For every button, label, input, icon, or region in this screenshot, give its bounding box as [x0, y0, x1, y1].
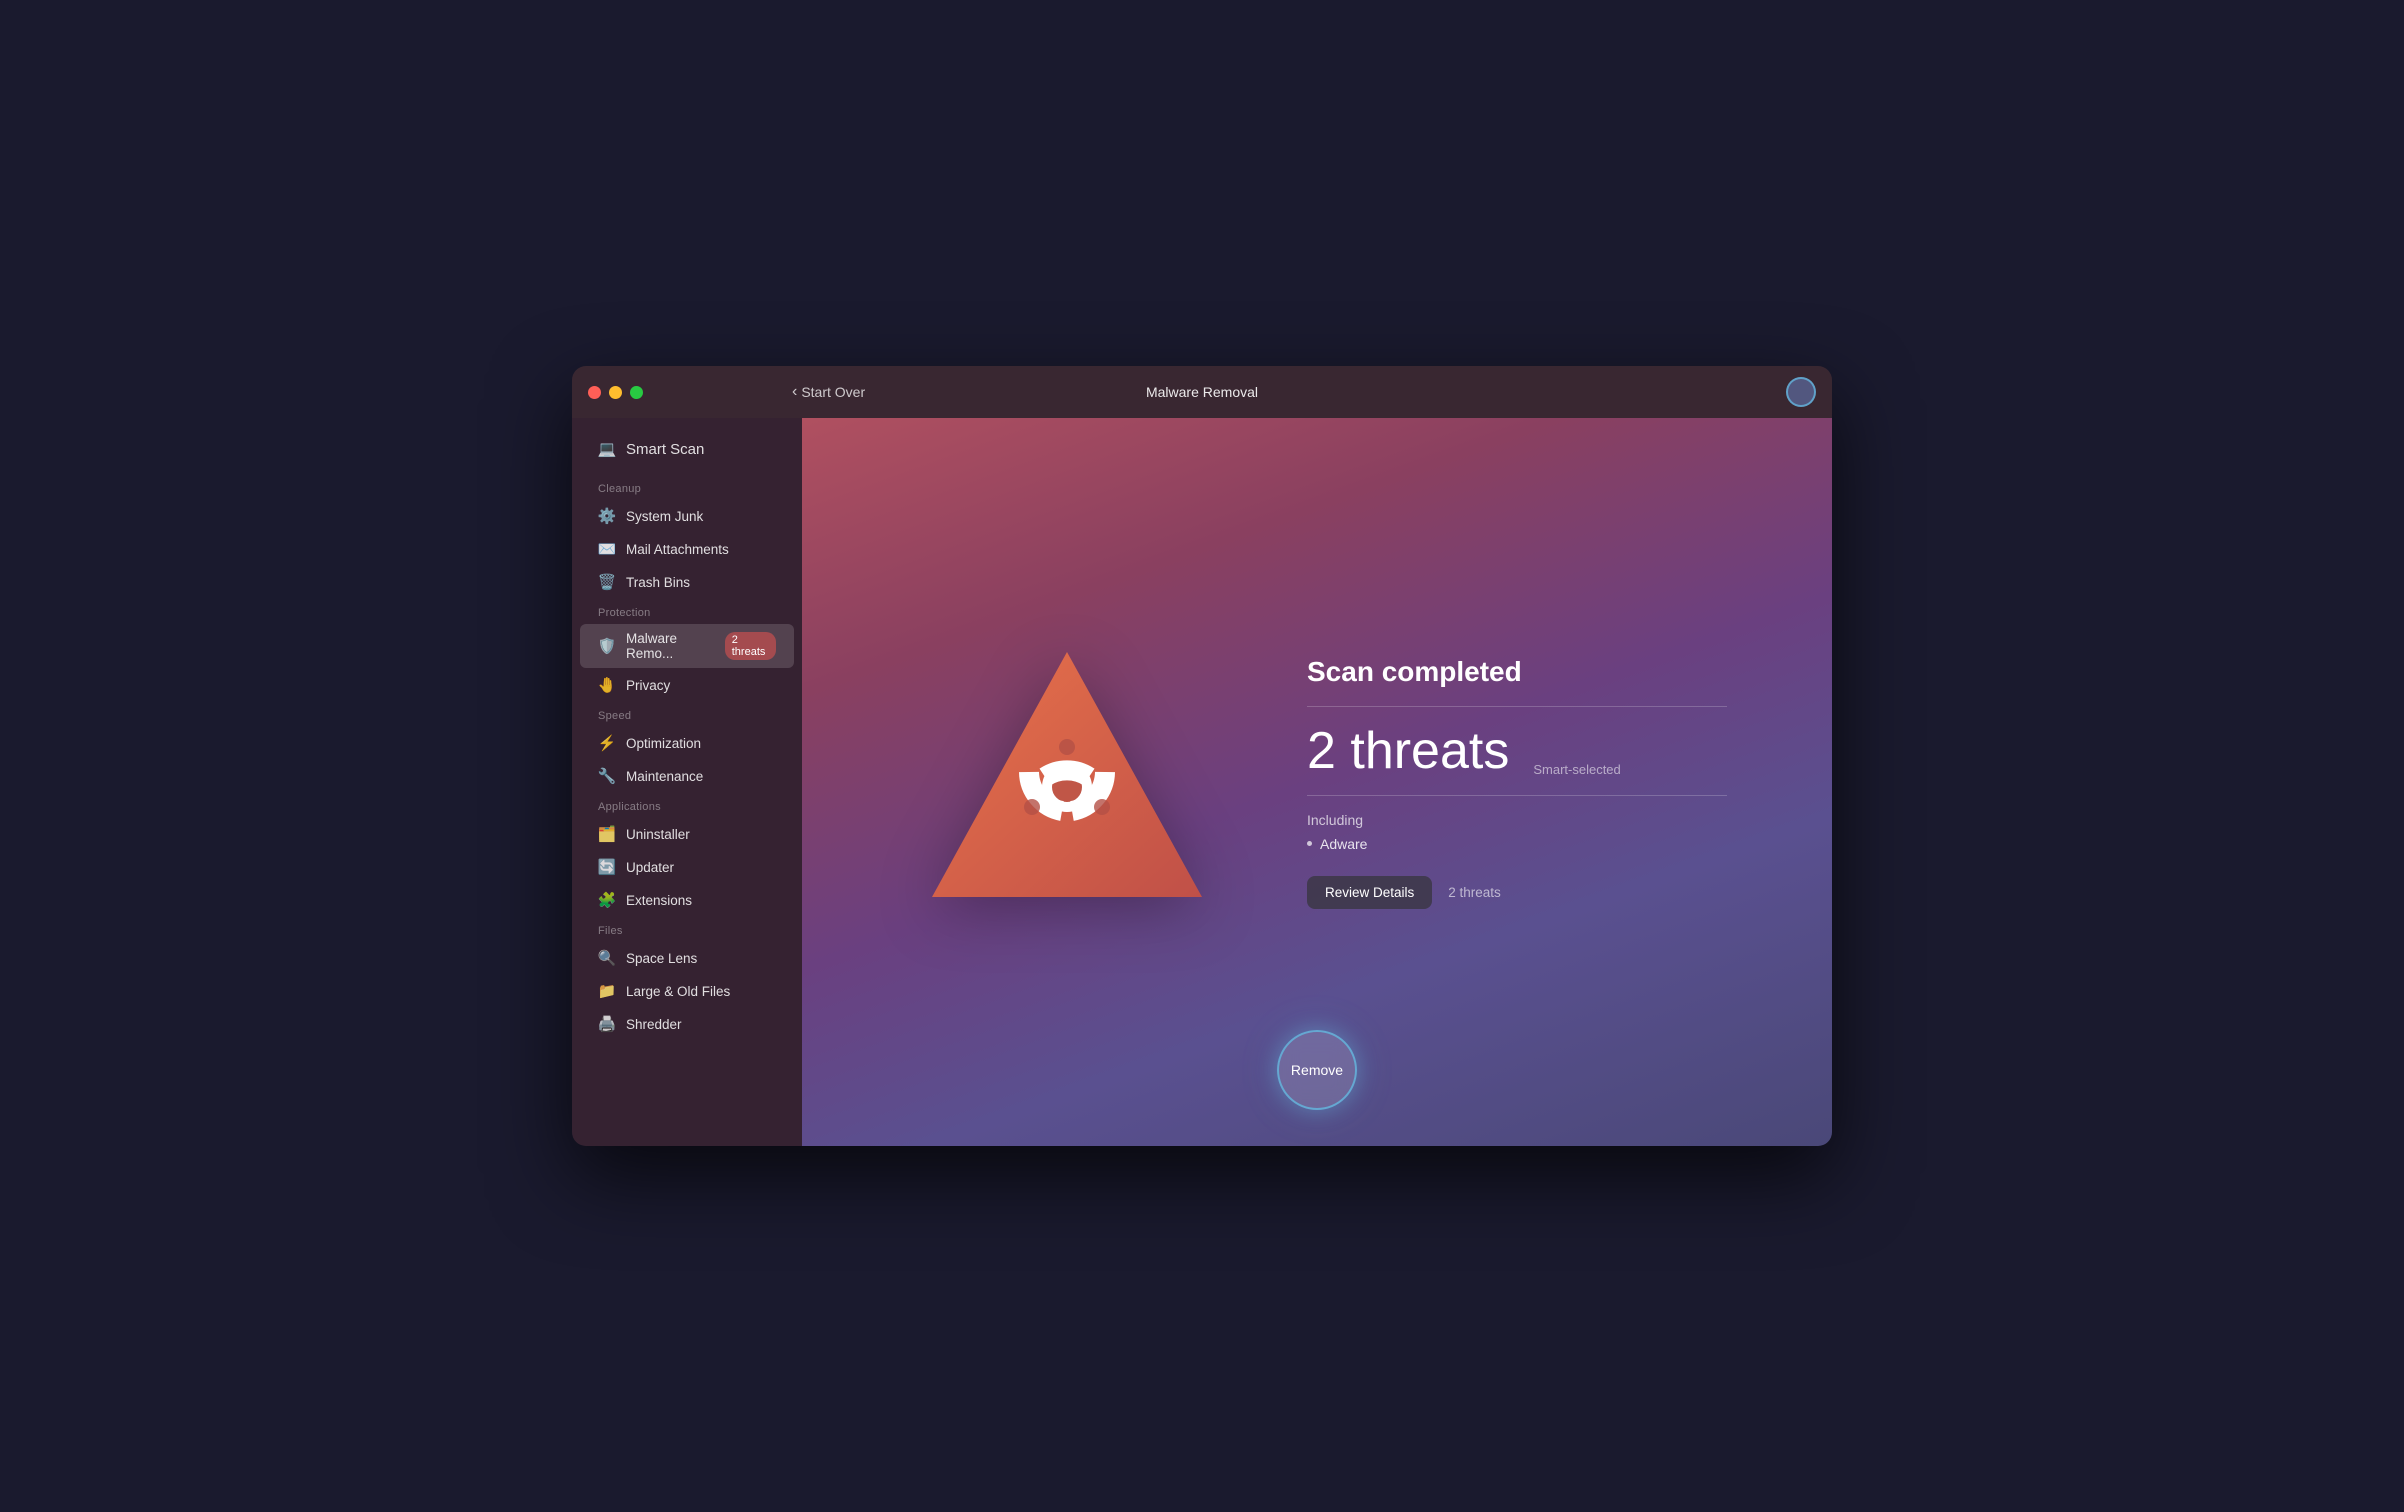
mail-attachments-label: Mail Attachments	[626, 542, 729, 557]
updater-label: Updater	[626, 860, 674, 875]
review-threats-count: 2 threats	[1448, 885, 1501, 900]
optimization-label: Optimization	[626, 736, 701, 751]
sidebar-item-privacy[interactable]: 🤚 Privacy	[580, 669, 794, 701]
sidebar-item-trash-bins[interactable]: 🗑️ Trash Bins	[580, 566, 794, 598]
content-area: 💻 Smart Scan Cleanup ⚙️ System Junk ✉️ M…	[572, 418, 1832, 1146]
scan-completed-title: Scan completed	[1307, 656, 1727, 688]
sidebar-item-uninstaller[interactable]: 🗂️ Uninstaller	[580, 818, 794, 850]
smart-scan-icon: 💻	[598, 440, 616, 458]
sidebar-item-shredder[interactable]: 🖨️ Shredder	[580, 1008, 794, 1040]
review-details-button[interactable]: Review Details	[1307, 876, 1432, 909]
biohazard-icon	[917, 632, 1217, 932]
threats-count: 2 threats	[1307, 725, 1509, 777]
remove-button[interactable]: Remove	[1277, 1030, 1357, 1110]
title-bar-center: Malware Removal	[1146, 384, 1258, 400]
space-lens-icon: 🔍	[598, 949, 616, 967]
section-label-speed: Speed	[572, 702, 802, 726]
maintenance-label: Maintenance	[626, 769, 703, 784]
adware-label: Adware	[1320, 836, 1367, 852]
trash-bins-icon: 🗑️	[598, 573, 616, 591]
remove-button-container: Remove	[1277, 1030, 1357, 1110]
system-junk-icon: ⚙️	[598, 507, 616, 525]
system-junk-label: System Junk	[626, 509, 703, 524]
sidebar-item-smart-scan[interactable]: 💻 Smart Scan	[580, 431, 794, 467]
avatar-button[interactable]	[1786, 377, 1816, 407]
divider-1	[1307, 706, 1727, 707]
biohazard-container	[907, 622, 1227, 942]
title-bar: ‹ Start Over Malware Removal	[572, 366, 1832, 418]
back-arrow-icon: ‹	[792, 383, 797, 401]
shredder-label: Shredder	[626, 1017, 682, 1032]
uninstaller-label: Uninstaller	[626, 827, 690, 842]
divider-2	[1307, 795, 1727, 796]
threats-row: 2 threats Smart-selected	[1307, 725, 1727, 777]
including-label: Including	[1307, 812, 1727, 828]
maintenance-icon: 🔧	[598, 767, 616, 785]
smart-selected-label: Smart-selected	[1533, 762, 1620, 777]
sidebar-item-updater[interactable]: 🔄 Updater	[580, 851, 794, 883]
back-button[interactable]: ‹ Start Over	[792, 383, 865, 401]
sidebar-item-maintenance[interactable]: 🔧 Maintenance	[580, 760, 794, 792]
scan-content: Scan completed 2 threats Smart-selected …	[802, 622, 1832, 942]
privacy-label: Privacy	[626, 678, 670, 693]
section-label-files: Files	[572, 917, 802, 941]
threat-badge: 2 threats	[725, 632, 776, 660]
results-panel: Scan completed 2 threats Smart-selected …	[1307, 656, 1727, 909]
sidebar-item-mail-attachments[interactable]: ✉️ Mail Attachments	[580, 533, 794, 565]
window-title: Malware Removal	[1146, 384, 1258, 400]
sidebar-item-large-old-files[interactable]: 📁 Large & Old Files	[580, 975, 794, 1007]
app-window: ‹ Start Over Malware Removal 💻 Smart Sca…	[572, 366, 1832, 1146]
sidebar-item-optimization[interactable]: ⚡ Optimization	[580, 727, 794, 759]
section-label-protection: Protection	[572, 599, 802, 623]
malware-removal-label: Malware Remo...	[626, 631, 715, 661]
section-label-cleanup: Cleanup	[572, 475, 802, 499]
malware-removal-icon: 🛡️	[598, 637, 616, 655]
mail-attachments-icon: ✉️	[598, 540, 616, 558]
section-label-applications: Applications	[572, 793, 802, 817]
bullet-icon	[1307, 841, 1312, 846]
sidebar-item-extensions[interactable]: 🧩 Extensions	[580, 884, 794, 916]
traffic-lights	[588, 386, 643, 399]
optimization-icon: ⚡	[598, 734, 616, 752]
trash-bins-label: Trash Bins	[626, 575, 690, 590]
privacy-icon: 🤚	[598, 676, 616, 694]
updater-icon: 🔄	[598, 858, 616, 876]
sidebar-item-malware-removal[interactable]: 🛡️ Malware Remo... 2 threats	[580, 624, 794, 668]
extensions-icon: 🧩	[598, 891, 616, 909]
shredder-icon: 🖨️	[598, 1015, 616, 1033]
smart-scan-label: Smart Scan	[626, 441, 704, 458]
maximize-button[interactable]	[630, 386, 643, 399]
action-row: Review Details 2 threats	[1307, 876, 1727, 909]
sidebar-item-system-junk[interactable]: ⚙️ System Junk	[580, 500, 794, 532]
main-panel: Scan completed 2 threats Smart-selected …	[802, 418, 1832, 1146]
space-lens-label: Space Lens	[626, 951, 697, 966]
close-button[interactable]	[588, 386, 601, 399]
uninstaller-icon: 🗂️	[598, 825, 616, 843]
back-button-label: Start Over	[801, 384, 865, 400]
extensions-label: Extensions	[626, 893, 692, 908]
sidebar: 💻 Smart Scan Cleanup ⚙️ System Junk ✉️ M…	[572, 418, 802, 1146]
minimize-button[interactable]	[609, 386, 622, 399]
large-old-files-icon: 📁	[598, 982, 616, 1000]
sidebar-item-space-lens[interactable]: 🔍 Space Lens	[580, 942, 794, 974]
threat-list-item-adware: Adware	[1307, 836, 1727, 852]
large-old-files-label: Large & Old Files	[626, 984, 730, 999]
